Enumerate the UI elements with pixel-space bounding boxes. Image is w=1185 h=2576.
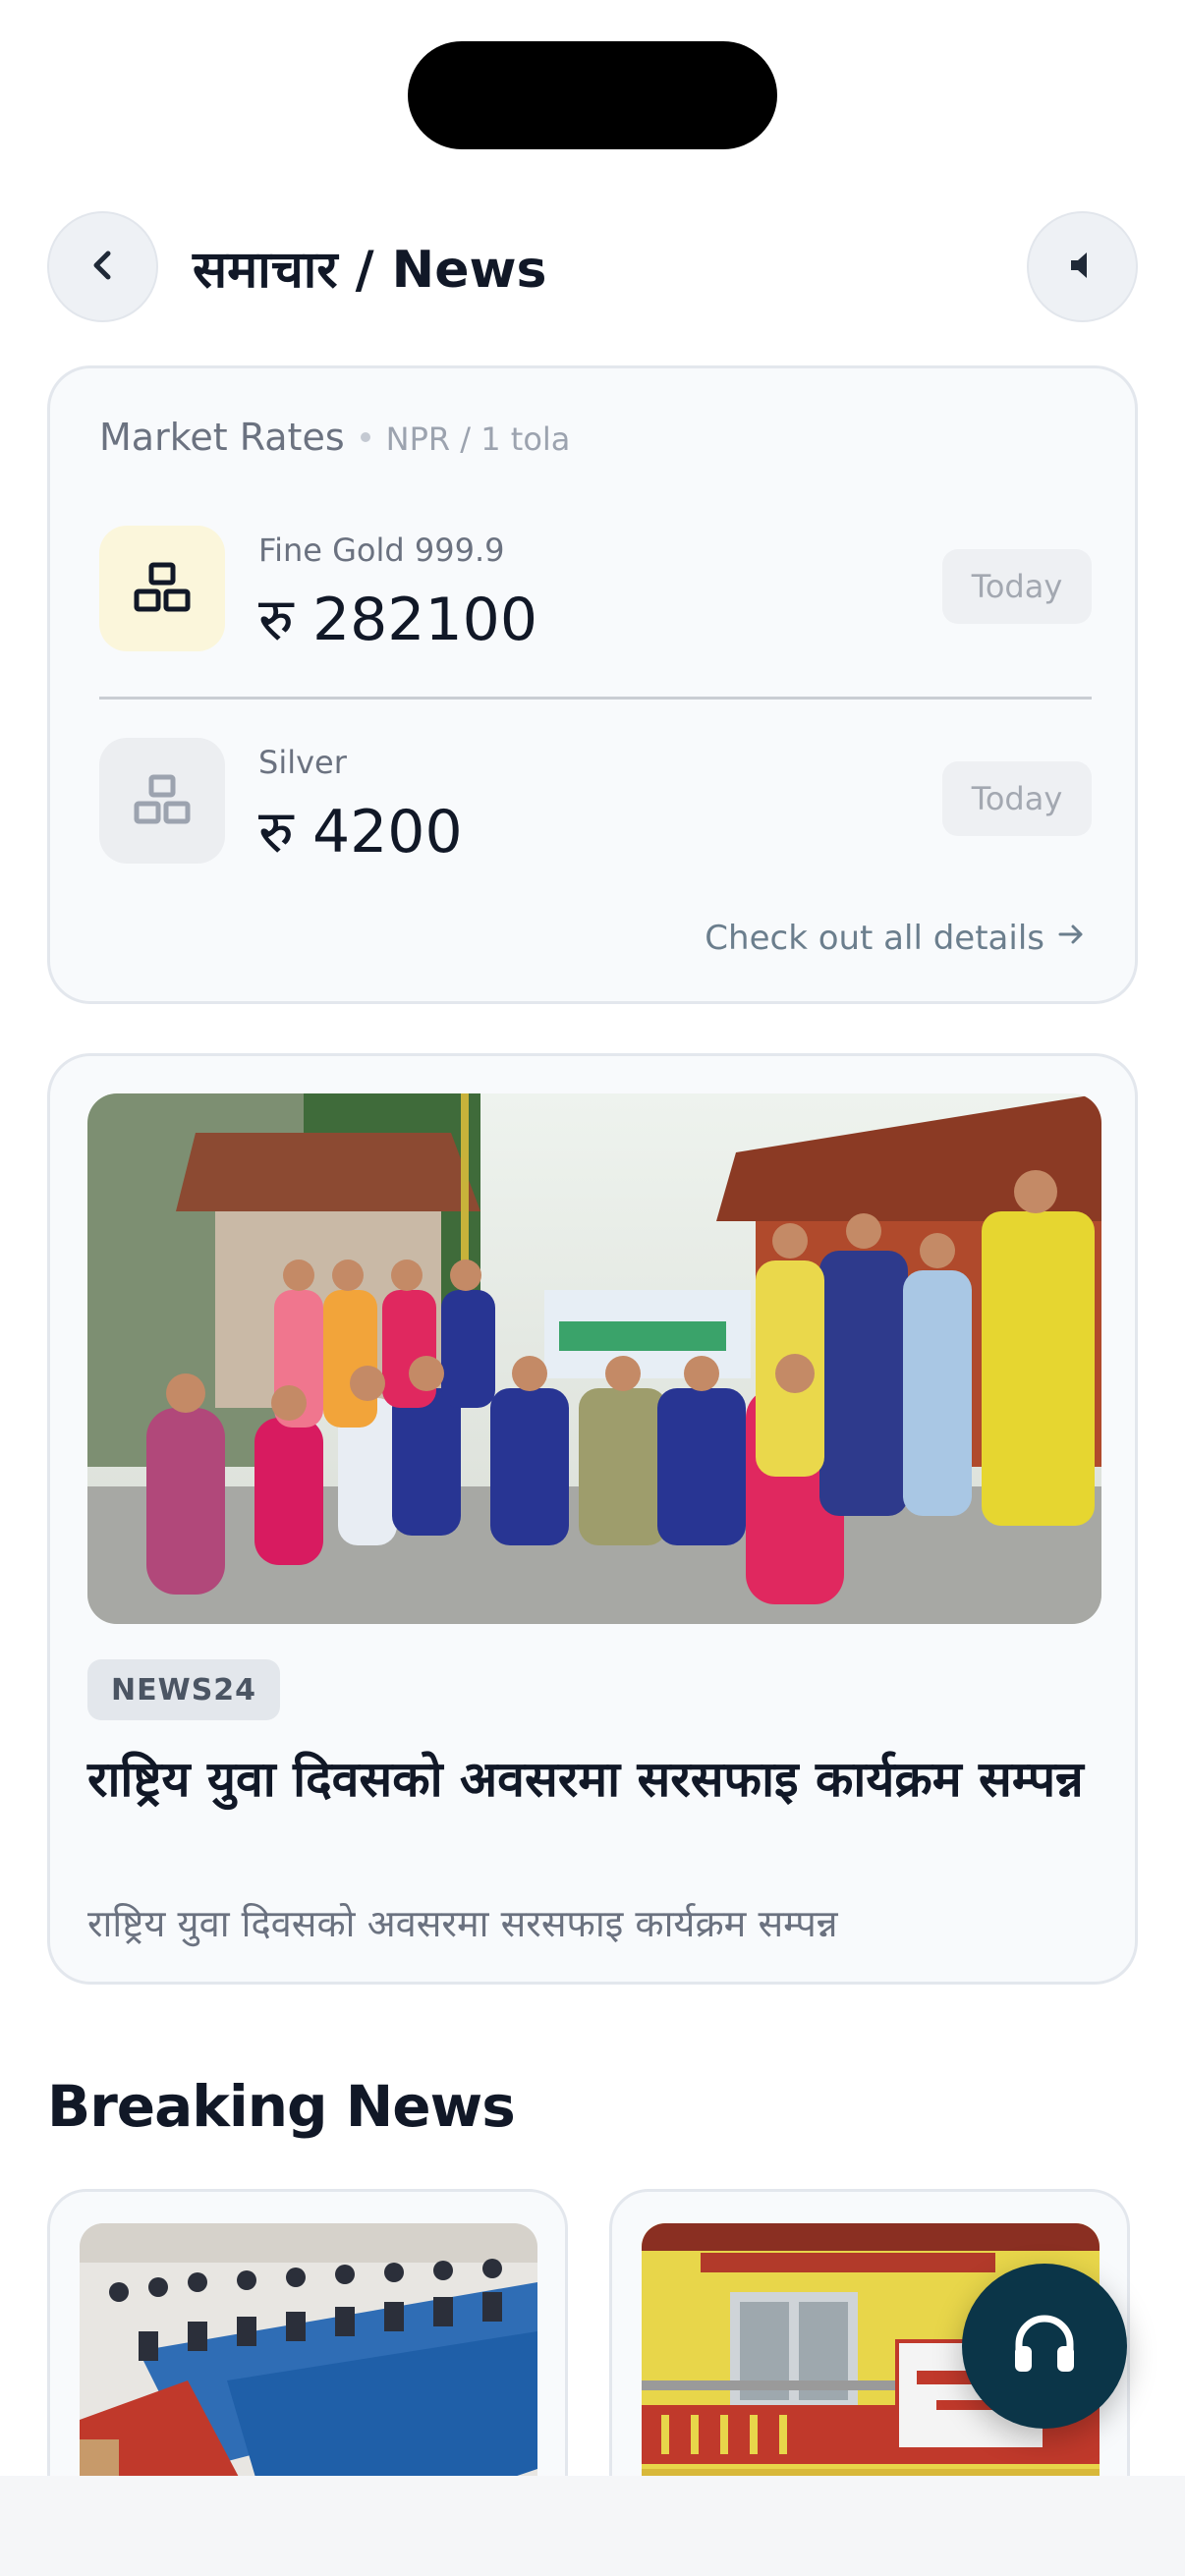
news-screen: समाचार / News Market Rates NPR / 1 tola … bbox=[0, 0, 1185, 2476]
market-rates-header: Market Rates NPR / 1 tola bbox=[99, 416, 570, 459]
speaker-icon bbox=[1063, 246, 1102, 289]
check-details-link[interactable]: Check out all details bbox=[705, 919, 1086, 958]
rate-divider bbox=[99, 697, 1092, 700]
separator-dot bbox=[360, 432, 370, 442]
breaking-news-heading: Breaking News bbox=[47, 2073, 516, 2140]
breaking-news-image[interactable] bbox=[80, 2223, 537, 2476]
featured-news-summary: राष्ट्रिय युवा दिवसको अवसरमा सरसफाइ कार्… bbox=[87, 1902, 838, 1945]
featured-news-card[interactable]: NEWS24 राष्ट्रिय युवा दिवसको अवसरमा सरसफ… bbox=[47, 1053, 1138, 1985]
sound-button[interactable] bbox=[1027, 211, 1138, 322]
breaking-news-card[interactable] bbox=[47, 2189, 568, 2476]
silver-today-badge: Today bbox=[942, 761, 1092, 836]
support-button[interactable] bbox=[962, 2264, 1127, 2429]
silver-rate-value: रु 4200 bbox=[258, 798, 463, 867]
app-header: समाचार / News bbox=[0, 211, 1185, 324]
back-button[interactable] bbox=[47, 211, 158, 322]
bottom-safe-area bbox=[0, 2476, 1185, 2576]
gold-rate-value: रु 282100 bbox=[258, 586, 537, 654]
market-rates-card[interactable]: Market Rates NPR / 1 tola Fine Gold 999.… bbox=[47, 365, 1138, 1004]
silver-rate-row[interactable]: Silver रु 4200 Today bbox=[99, 738, 1092, 867]
check-details-label: Check out all details bbox=[705, 919, 1044, 958]
featured-news-image[interactable] bbox=[87, 1093, 1101, 1624]
page-title: समाचार / News bbox=[193, 241, 547, 300]
silver-rate-label: Silver bbox=[258, 744, 347, 781]
featured-news-title[interactable]: राष्ट्रिय युवा दिवसको अवसरमा सरसफाइ कार्… bbox=[87, 1744, 1109, 1815]
headphones-icon bbox=[1007, 2307, 1082, 2385]
chevron-left-icon bbox=[84, 246, 123, 289]
silver-bars-icon bbox=[99, 738, 225, 864]
gold-rate-row[interactable]: Fine Gold 999.9 रु 282100 Today bbox=[99, 526, 1092, 654]
camera-notch bbox=[408, 41, 777, 149]
gold-today-badge: Today bbox=[942, 549, 1092, 624]
news-source-badge: NEWS24 bbox=[87, 1659, 281, 1720]
market-rates-unit: NPR / 1 tola bbox=[385, 420, 571, 458]
gold-rate-label: Fine Gold 999.9 bbox=[258, 532, 505, 569]
arrow-right-icon bbox=[1056, 919, 1086, 958]
market-rates-title: Market Rates bbox=[99, 416, 345, 459]
gold-bars-icon bbox=[99, 526, 225, 651]
